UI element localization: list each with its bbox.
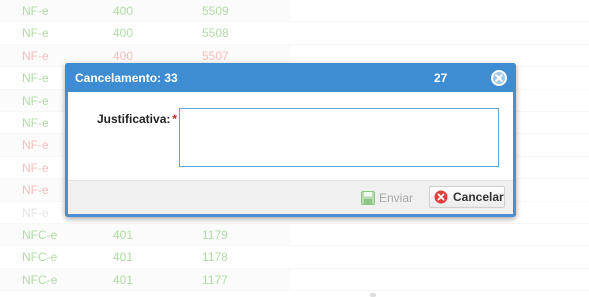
cancel-button[interactable]: Cancelar [429, 186, 505, 208]
dialog-footer: Enviar Cancelar [68, 180, 513, 214]
scroll-indicator [370, 293, 376, 297]
required-marker: * [172, 112, 178, 126]
justification-label-text: Justificativa: [97, 112, 171, 126]
cancel-button-label: Cancelar [453, 190, 504, 204]
send-button[interactable]: Enviar [357, 188, 417, 208]
justification-label: Justificativa: * [97, 112, 177, 126]
justification-input[interactable] [179, 108, 499, 167]
dialog-title: Cancelamento: 33 [75, 71, 178, 85]
cancel-icon [434, 190, 448, 204]
cancel-dialog: Cancelamento: 33 27 Justificativa: * Envi… [65, 63, 516, 217]
dialog-header: Cancelamento: 33 27 [65, 63, 516, 92]
dialog-count: 27 [434, 71, 448, 85]
save-icon [361, 191, 375, 205]
close-icon[interactable] [491, 70, 507, 86]
send-button-label: Enviar [379, 191, 414, 205]
